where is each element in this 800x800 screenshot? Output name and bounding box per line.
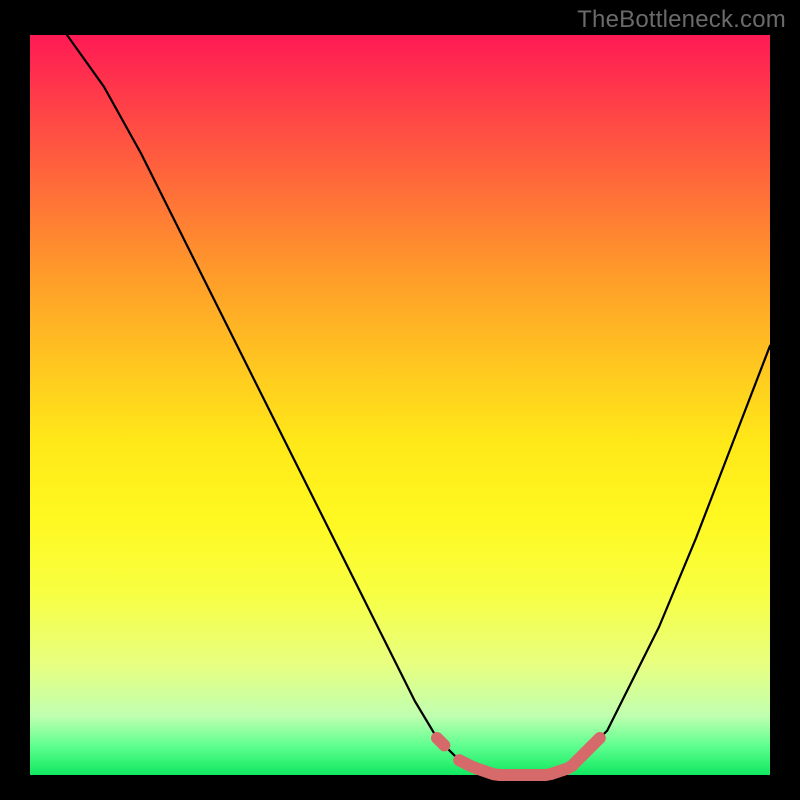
highlight-segment-right [563,738,600,770]
highlight-segment-bottom [459,760,563,775]
chart-svg [30,35,770,775]
chart-container: TheBottleneck.com [0,0,800,800]
bottleneck-curve [67,35,770,775]
highlight-segment-left [437,738,444,745]
watermark-text: TheBottleneck.com [577,6,786,34]
